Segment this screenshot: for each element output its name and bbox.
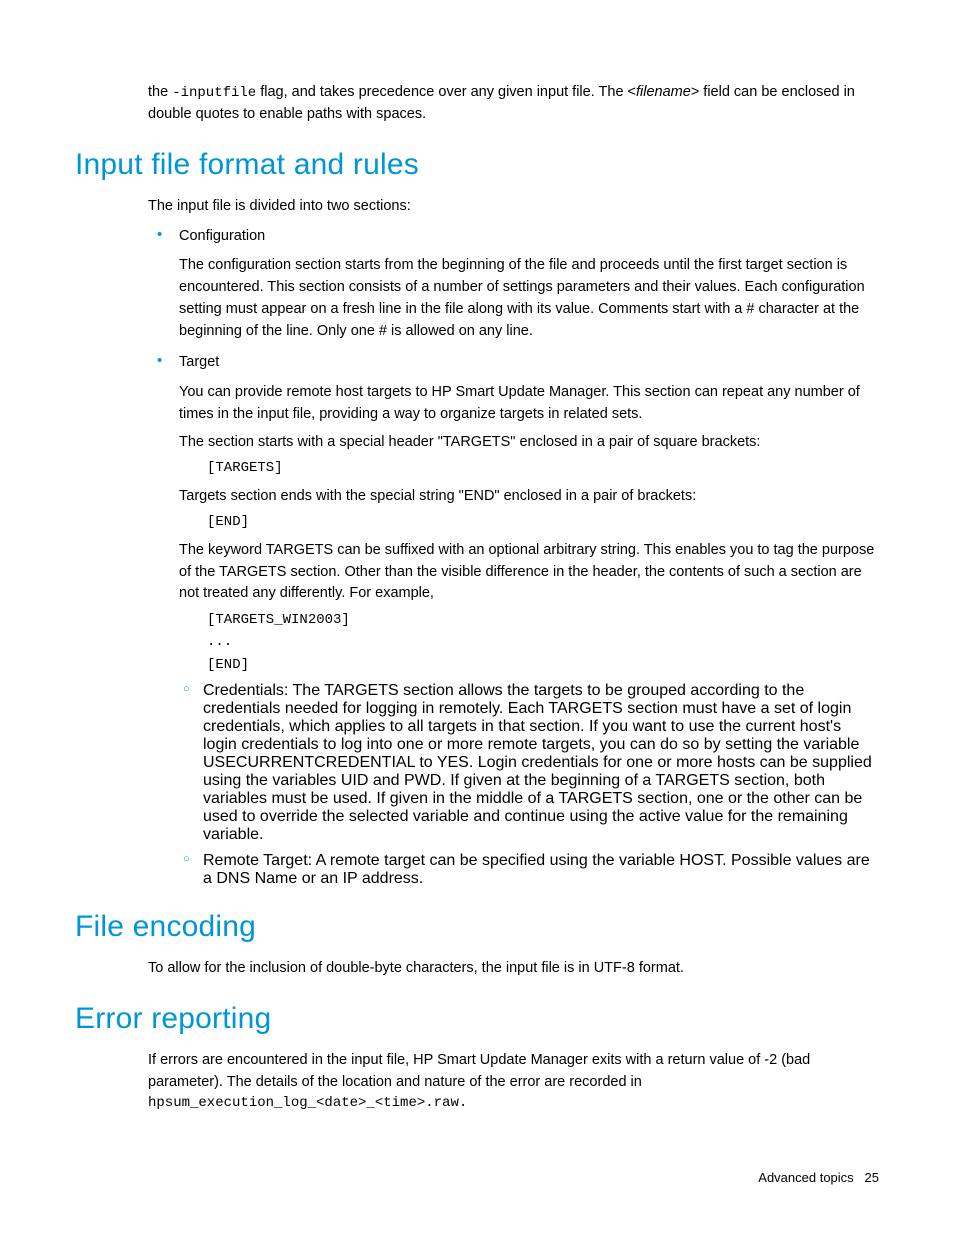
list-item-configuration: Configuration The configuration section … [179, 226, 879, 343]
file-encoding-body: To allow for the inclusion of double-byt… [148, 958, 879, 980]
target-title: Target [179, 352, 879, 374]
heading-error-reporting: Error reporting [75, 1002, 879, 1036]
log-filename-line: hpsum_execution_log_<date>_<time>.raw. [148, 1095, 879, 1111]
intro-mid: flag, and takes precedence over any give… [256, 84, 636, 100]
target-sublist: Credentials: The TARGETS section allows … [203, 682, 879, 888]
footer-section: Advanced topics [758, 1170, 853, 1185]
code-targets-win: [TARGETS_WIN2003] ... [END] [207, 609, 879, 676]
config-title: Configuration [179, 226, 879, 248]
target-p4: The keyword TARGETS can be suffixed with… [179, 540, 879, 605]
intro-paragraph: the -inputfile flag, and takes precedenc… [148, 82, 879, 126]
target-p2: The section starts with a special header… [179, 432, 879, 454]
heading-input-file-format: Input file format and rules [75, 148, 879, 182]
section-list: Configuration The configuration section … [179, 226, 879, 889]
target-p1: You can provide remote host targets to H… [179, 382, 879, 426]
log-dot: . [459, 1095, 467, 1111]
document-page: the -inputfile flag, and takes precedenc… [0, 0, 954, 1161]
code-targets: [TARGETS] [207, 457, 879, 479]
footer-page-number: 25 [865, 1170, 879, 1185]
log-filename: hpsum_execution_log_<date>_<time>.raw [148, 1095, 459, 1111]
inputfile-flag: -inputfile [172, 85, 256, 101]
sublist-credentials: Credentials: The TARGETS section allows … [203, 682, 879, 844]
page-footer: Advanced topics 25 [758, 1170, 879, 1185]
credentials-text: Credentials: The TARGETS section allows … [203, 682, 872, 843]
heading-file-encoding: File encoding [75, 910, 879, 944]
error-reporting-body: If errors are encountered in the input f… [148, 1050, 879, 1094]
s1-lead: The input file is divided into two secti… [148, 196, 879, 218]
list-item-target: Target You can provide remote host targe… [179, 352, 879, 888]
code-end: [END] [207, 511, 879, 533]
config-body: The configuration section starts from th… [179, 255, 879, 342]
sublist-remote-target: Remote Target: A remote target can be sp… [203, 852, 879, 888]
remote-target-text: Remote Target: A remote target can be sp… [203, 852, 870, 887]
filename-placeholder: filename [636, 84, 691, 100]
target-p3: Targets section ends with the special st… [179, 486, 879, 508]
intro-pre: the [148, 84, 172, 100]
